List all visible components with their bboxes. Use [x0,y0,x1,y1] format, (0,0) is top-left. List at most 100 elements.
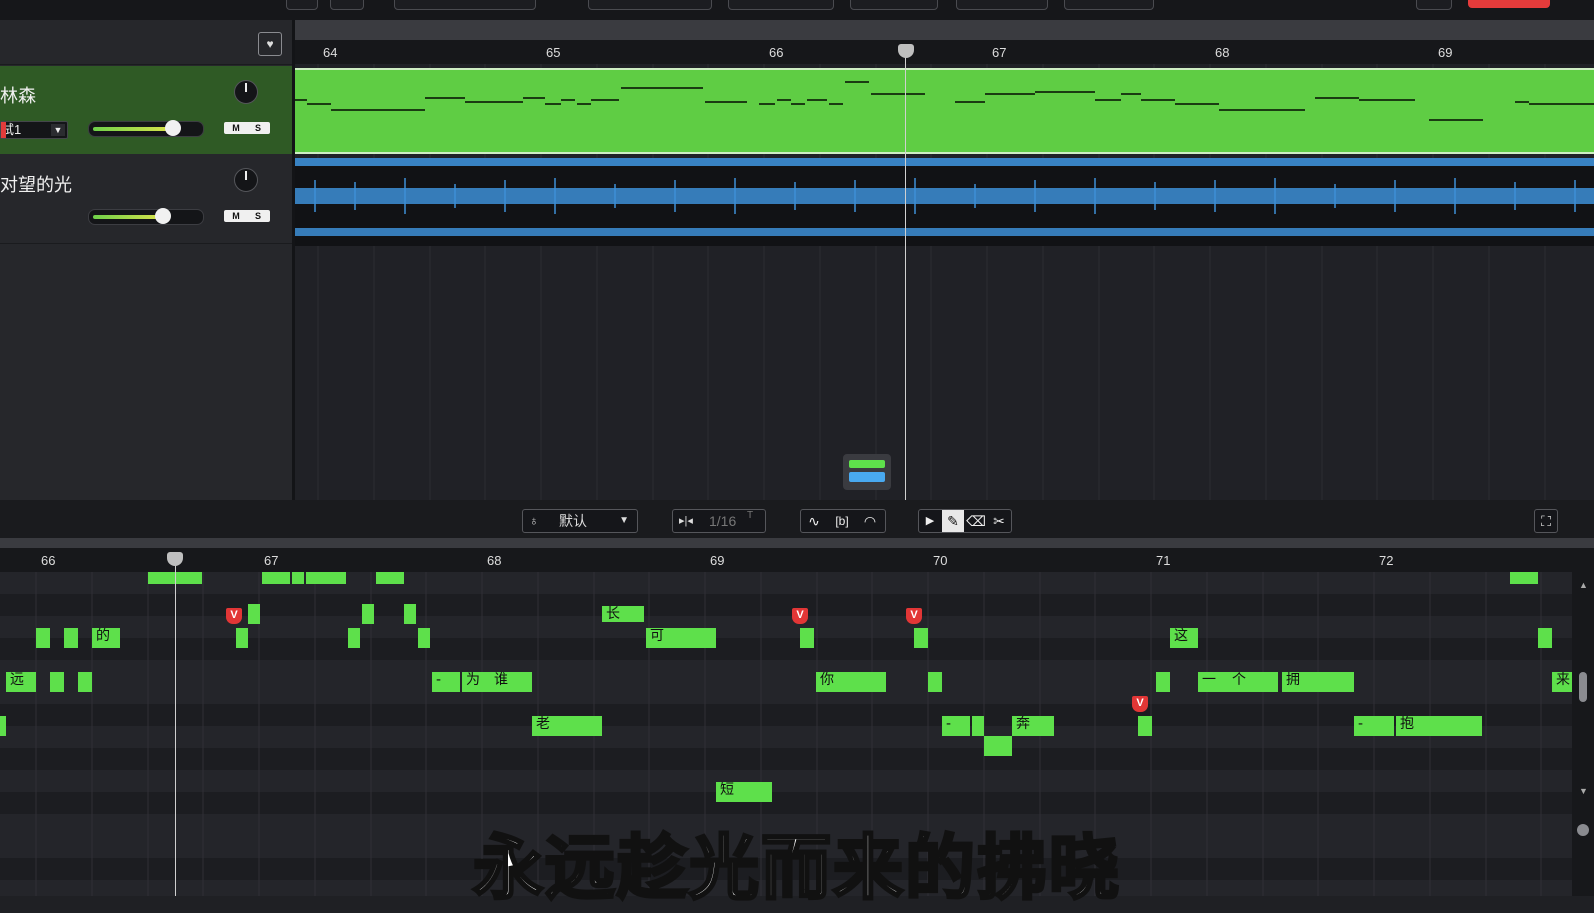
volume-thumb[interactable] [165,120,181,136]
breath-marker[interactable]: V [906,608,922,624]
mute-solo-toggle[interactable]: M S [224,210,270,222]
note[interactable] [64,628,78,648]
add-track-icon[interactable]: ♥ [258,32,282,56]
note[interactable] [1538,628,1552,648]
export-button[interactable] [1416,0,1452,10]
handle-green-bar [849,460,885,468]
note[interactable] [418,628,430,648]
note[interactable]: 抱 [1396,716,1482,736]
undo-button[interactable] [286,0,318,10]
note[interactable]: 这 [1170,628,1198,648]
note[interactable] [262,572,290,584]
clip-note-preview [295,81,1594,121]
solo-button[interactable]: S [248,210,268,222]
solo-button[interactable]: S [248,122,268,134]
volume-slider[interactable] [88,120,204,137]
note[interactable] [928,672,942,692]
note[interactable] [404,604,416,624]
arrangement-scrollbar[interactable] [295,20,1594,40]
note[interactable] [348,628,360,648]
note[interactable]: 谁 [490,672,532,692]
metronome-box[interactable] [956,0,1048,10]
note[interactable] [972,716,984,736]
bar-number: 64 [323,45,338,60]
note[interactable]: - [942,716,970,736]
note[interactable] [50,672,64,692]
note[interactable]: 个 [1228,672,1278,692]
time-signature-box[interactable] [728,0,834,10]
breath-icon[interactable]: [b] [831,510,853,532]
note[interactable] [292,572,304,584]
note[interactable] [1156,672,1170,692]
pitch-curve-icon[interactable]: ∿ [803,510,825,532]
eraser-tool-icon[interactable]: ⌫ [965,510,987,532]
pan-knob[interactable] [234,168,258,192]
note[interactable] [248,604,260,624]
voice-preset-dropdown[interactable]: ♁ 默认 ▼ [522,509,638,533]
panel-resize-handle[interactable] [843,454,891,490]
mute-solo-toggle[interactable]: M S [224,122,270,134]
pan-knob[interactable] [234,80,258,104]
note[interactable]: 你 [816,672,886,692]
breath-marker[interactable]: V [792,608,808,624]
note[interactable]: - [1354,716,1394,736]
scroll-up-icon[interactable]: ▲ [1579,580,1588,590]
piano-roll-scrollbar[interactable] [0,538,1594,548]
fit-view-icon[interactable]: ⛶ [1534,509,1558,533]
quantize-select[interactable]: ▸|◂ 1/16 T [672,509,766,533]
mute-button[interactable]: M [226,122,246,134]
note[interactable] [1510,572,1538,584]
note[interactable] [236,628,248,648]
note[interactable]: 奔 [1012,716,1054,736]
note[interactable] [1138,716,1152,736]
tempo-icon[interactable]: ◠ [859,510,881,532]
note[interactable] [376,572,404,584]
note[interactable] [362,604,374,624]
split-tool-icon[interactable]: ✂ [988,510,1010,532]
redo-button[interactable] [330,0,364,10]
vocal-clip[interactable] [295,68,1594,154]
note[interactable]: 可 [646,628,716,648]
track-row-audio[interactable]: 对望的光 M S [0,155,292,244]
note[interactable]: 来 [1552,672,1572,692]
transport-box[interactable] [588,0,712,10]
track-row-vocal[interactable]: 林森 试1 ▼ M S [0,66,292,154]
note[interactable] [914,628,928,648]
note[interactable]: 拥 [1282,672,1354,692]
scroll-thumb[interactable] [1579,672,1587,702]
note[interactable] [0,716,6,736]
chevron-down-icon: ▼ [619,515,629,526]
loop-box[interactable] [1064,0,1154,10]
audio-clip-waveform[interactable] [295,158,1594,246]
note[interactable] [78,672,92,692]
key-box[interactable] [850,0,938,10]
note[interactable]: 为 [462,672,490,692]
note[interactable] [36,628,50,648]
note[interactable]: 长 [602,606,644,622]
voice-preset-select[interactable]: 试1 ▼ [0,121,68,139]
tempo-display[interactable] [394,0,536,10]
note[interactable] [800,628,814,648]
scroll-down-icon[interactable]: ▼ [1579,786,1588,796]
volume-slider[interactable] [88,208,204,225]
breath-marker[interactable]: V [1132,696,1148,712]
mute-button[interactable]: M [226,210,246,222]
breath-marker[interactable]: V [226,608,242,624]
piano-roll-ruler[interactable]: 66 67 68 69 70 71 72 [0,548,1594,572]
arrangement-ruler[interactable]: 64 65 66 67 68 69 [295,40,1594,64]
top-toolbar [0,0,1594,20]
note[interactable]: 远 [6,672,36,692]
chevron-down-icon[interactable]: ▼ [51,124,65,136]
note[interactable] [306,572,346,584]
note[interactable]: 的 [92,628,120,648]
note[interactable]: 一 [1198,672,1228,692]
note[interactable]: 老 [532,716,602,736]
pen-tool-icon[interactable]: ✎ [942,510,964,532]
select-tool-icon[interactable]: ▶ [919,510,941,532]
volume-thumb[interactable] [155,208,171,224]
note[interactable] [984,736,1012,756]
record-button[interactable] [1468,0,1550,8]
note[interactable]: 短 [716,782,772,802]
note[interactable]: - [432,672,460,692]
arrangement-view[interactable]: 64 65 66 67 68 69 [295,20,1594,500]
